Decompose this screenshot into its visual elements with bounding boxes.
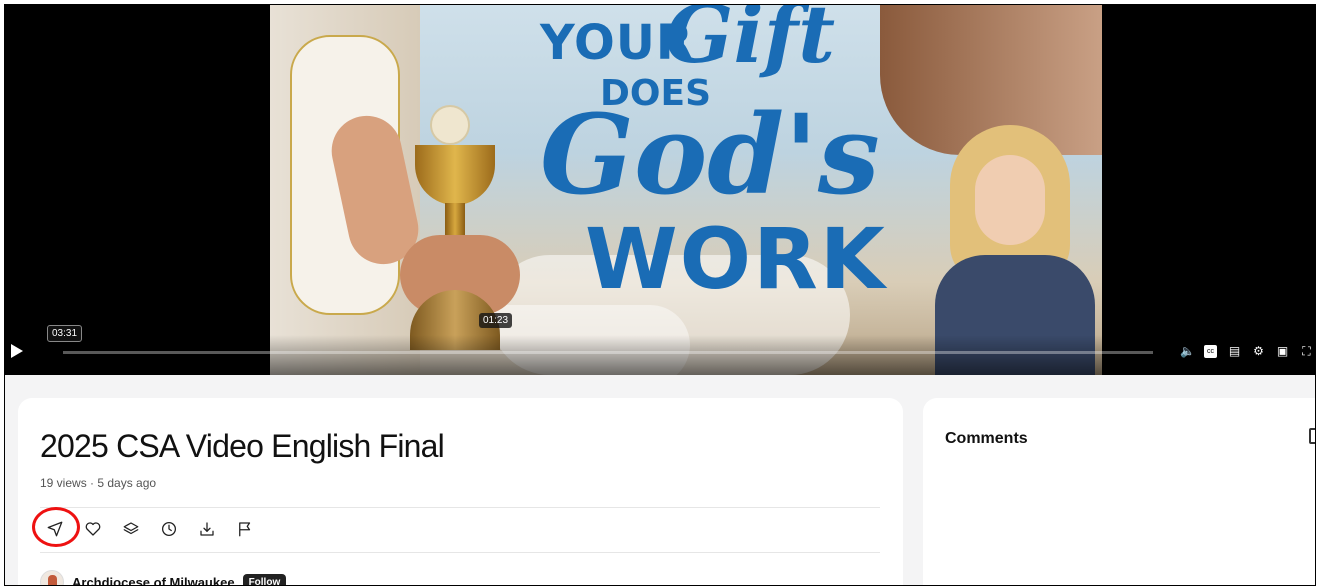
poster-text-gods: God's <box>540 90 880 219</box>
layers-icon[interactable] <box>120 518 142 540</box>
comments-title: Comments <box>945 430 1028 447</box>
channel-name[interactable]: Archdiocese of Milwaukee <box>72 575 235 586</box>
avatar[interactable] <box>40 570 64 585</box>
video-player[interactable]: YOUR Gift DOES God's WORK 03:31 01:23 🔈 … <box>5 5 1315 375</box>
volume-icon[interactable]: 🔈 <box>1180 345 1195 358</box>
fullscreen-icon[interactable]: ⛶ <box>1300 345 1313 358</box>
chalice <box>415 145 495 205</box>
host <box>430 105 470 145</box>
progress-track[interactable] <box>63 351 1153 354</box>
divider <box>40 552 880 553</box>
play-icon[interactable] <box>11 344 23 358</box>
comments-menu-icon[interactable] <box>1309 428 1315 444</box>
channel-row: Archdiocese of Milwaukee Follow <box>40 570 287 586</box>
annotation-circle <box>32 507 80 547</box>
download-icon[interactable] <box>196 518 218 540</box>
girl-face <box>975 155 1045 245</box>
app-window: YOUR Gift DOES God's WORK 03:31 01:23 🔈 … <box>4 4 1316 586</box>
hover-time-tooltip: 03:31 <box>47 325 83 342</box>
video-title: 2025 CSA Video English Final <box>40 428 445 464</box>
clock-icon[interactable] <box>158 518 180 540</box>
video-meta: 19 views · 5 days ago <box>40 476 157 490</box>
pip-icon[interactable]: ▣ <box>1276 345 1289 358</box>
controls-bar <box>5 335 1315 375</box>
preview-time-label: 01:23 <box>479 313 513 328</box>
comments-panel: Comments <box>923 398 1315 585</box>
poster-text-work: WORK <box>585 210 887 308</box>
divider <box>40 507 880 508</box>
video-frame: YOUR Gift DOES God's WORK <box>270 5 1102 375</box>
flag-icon[interactable] <box>234 518 256 540</box>
heart-icon[interactable] <box>82 518 104 540</box>
captions-icon[interactable]: cc <box>1204 345 1217 358</box>
video-info-card: 2025 CSA Video English Final 19 views · … <box>18 398 903 586</box>
poster-text-gift: Gift <box>665 5 836 81</box>
transcript-icon[interactable]: ▤ <box>1228 345 1241 358</box>
settings-icon[interactable]: ⚙ <box>1252 345 1265 358</box>
player-controls: 🔈 cc ▤ ⚙ ▣ ⛶ <box>1180 345 1313 358</box>
follow-button[interactable]: Follow <box>242 573 287 585</box>
